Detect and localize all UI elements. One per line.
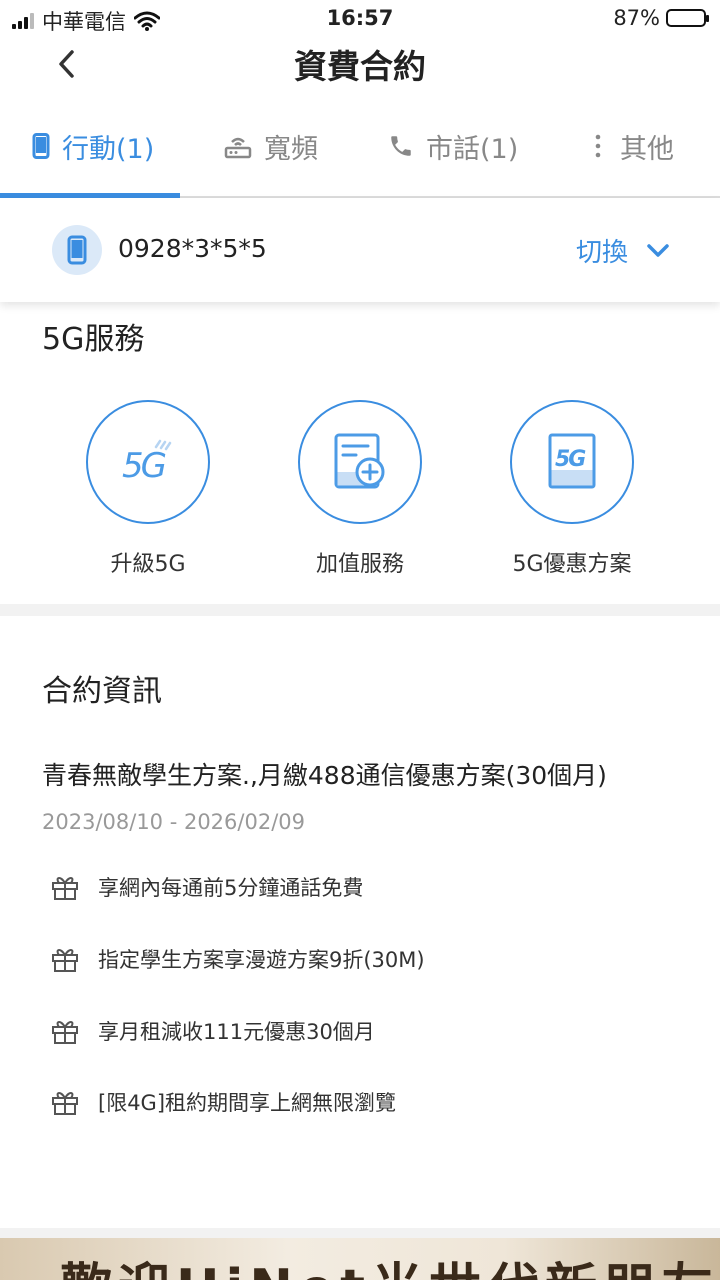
account-number: 0928*3*5*5	[118, 234, 267, 263]
page-header: 資費合約	[0, 36, 720, 96]
svg-text:5G: 5G	[122, 446, 166, 486]
benefit-text: 指定學生方案享漫遊方案9折(30M)	[98, 948, 425, 972]
svg-text:5G: 5G	[555, 447, 586, 472]
section-title: 5G服務	[42, 322, 145, 357]
banner-text: 歡迎HiNet光世代新朋友	[60, 1246, 719, 1280]
tab-broadband[interactable]: 寬頻	[224, 96, 318, 196]
contract-info-section: 合約資訊 青春無敵學生方案.,月繳488通信優惠方案(30個月) 2023/08…	[0, 616, 720, 1228]
tab-other[interactable]: 其他	[588, 96, 674, 196]
more-vertical-icon	[588, 133, 608, 159]
service-label: 5G優惠方案	[512, 552, 632, 577]
tab-label: 行動(1)	[62, 133, 155, 165]
battery-percent: 87%	[613, 6, 660, 30]
mobile-phone-icon	[52, 225, 102, 275]
service-label: 加值服務	[315, 552, 404, 577]
5g-signal-icon: 5G	[86, 400, 210, 524]
service-label: 升級5G	[110, 552, 186, 577]
value-added-services-button[interactable]: 加值服務	[270, 400, 450, 578]
status-bar: 中華電信 16:57 87%	[0, 0, 720, 36]
benefit-item: 享網內每通前5分鐘通話免費	[50, 872, 363, 902]
clock: 16:57	[326, 6, 394, 30]
gift-icon	[50, 872, 80, 902]
mobile-phone-icon	[32, 133, 50, 159]
section-title: 合約資訊	[42, 674, 162, 709]
gift-icon	[50, 1087, 80, 1117]
router-icon	[224, 133, 252, 159]
benefit-item: 指定學生方案享漫遊方案9折(30M)	[50, 944, 425, 974]
account-selector: 0928*3*5*5 切換	[0, 198, 720, 302]
telephone-icon	[388, 133, 414, 159]
tab-landline[interactable]: 市話(1)	[388, 96, 518, 196]
tab-label: 市話(1)	[426, 133, 519, 165]
tab-label: 寬頻	[264, 133, 318, 165]
benefit-item: 享月租減收111元優惠30個月	[50, 1016, 375, 1046]
5g-services-section: 5G服務 5G 升級5G 加值服務 5G 5G優惠方案	[0, 302, 720, 604]
upgrade-5g-button[interactable]: 5G 升級5G	[58, 400, 238, 578]
benefit-text: 享網內每通前5分鐘通話免費	[98, 876, 364, 900]
page-title: 資費合約	[294, 47, 426, 86]
switch-label: 切換	[575, 238, 628, 268]
benefit-item: [限4G]租約期間享上網無限瀏覽	[50, 1087, 396, 1117]
5g-card-icon: 5G	[510, 400, 634, 524]
gift-icon	[50, 944, 80, 974]
benefit-text: [限4G]租約期間享上網無限瀏覽	[98, 1091, 397, 1115]
document-add-icon	[298, 400, 422, 524]
plan-name: 青春無敵學生方案.,月繳488通信優惠方案(30個月)	[42, 761, 607, 790]
tab-mobile[interactable]: 行動(1)	[32, 96, 154, 196]
chevron-down-icon	[646, 243, 670, 259]
gift-icon	[50, 1016, 80, 1046]
tab-label: 其他	[620, 133, 674, 165]
service-tabs: 行動(1) 寬頻 市話(1) 其他	[0, 96, 720, 198]
switch-account-button[interactable]: 切換	[576, 232, 670, 269]
battery-icon	[666, 9, 709, 27]
5g-plans-button[interactable]: 5G 5G優惠方案	[482, 400, 662, 578]
contract-period: 2023/08/10 - 2026/02/09	[42, 810, 306, 834]
promo-banner[interactable]: 歡迎HiNet光世代新朋友	[0, 1238, 720, 1280]
battery-group: 87%	[613, 6, 709, 30]
benefit-text: 享月租減收111元優惠30個月	[98, 1020, 375, 1044]
